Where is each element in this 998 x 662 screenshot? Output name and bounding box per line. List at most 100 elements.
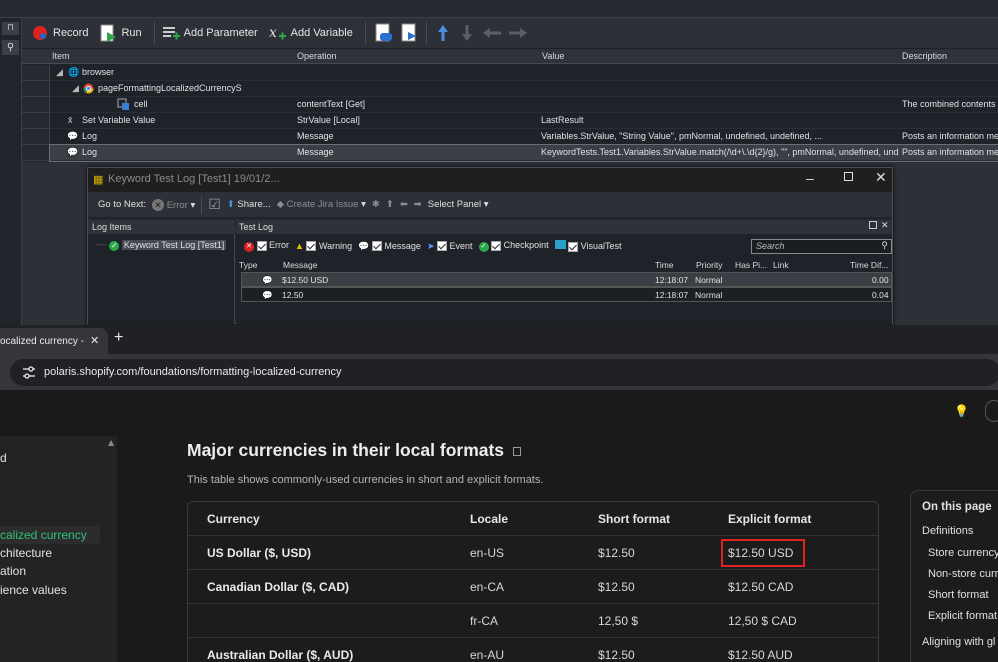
search-icon[interactable]: ⚲ (2, 40, 19, 55)
warning-checkbox[interactable] (306, 241, 317, 252)
move-down-icon[interactable] (457, 22, 477, 44)
message-icon: 💬 (358, 240, 370, 251)
log-row[interactable]: 💬 12.50 12:18:07 Normal 0.04 (241, 287, 892, 302)
column-link[interactable]: Link (773, 260, 789, 272)
message-icon: 💬 (67, 131, 79, 141)
column-type[interactable]: Type (239, 260, 257, 272)
comment-page-icon[interactable] (372, 22, 394, 44)
filter-checkpoint[interactable]: ✓ Checkpoint (478, 240, 549, 252)
row-header[interactable] (22, 81, 50, 97)
error-checkbox[interactable] (256, 240, 267, 251)
close-icon[interactable]: ✕ (875, 169, 887, 186)
filter-warning[interactable]: ▲ Warning (295, 241, 352, 252)
move-up-icon[interactable] (433, 22, 453, 44)
filter-warning-label: Warning (318, 240, 353, 251)
chevron-up-icon[interactable]: ▲ (108, 438, 114, 447)
column-operation[interactable]: Operation (297, 51, 337, 61)
panel-maximize-icon[interactable] (869, 221, 877, 229)
checkpoint-checkbox[interactable] (491, 240, 502, 251)
panel-close-icon[interactable]: ✕ (881, 220, 889, 231)
log-row[interactable]: 💬 $12.50 USD 12:18:07 Normal 0.00 (241, 272, 892, 287)
minimize-icon[interactable]: – (806, 170, 814, 186)
filter-error[interactable]: ✕ Error (244, 240, 289, 252)
column-value[interactable]: Value (542, 51, 564, 61)
column-time[interactable]: Time (655, 260, 674, 272)
create-jira-button[interactable]: ◆ Create Jira Issue ▾ (277, 199, 366, 210)
log-items-tree-node[interactable]: ┄┄ ✓ Keyword Test Log [Test1] (96, 240, 227, 251)
move-right-icon[interactable] (507, 22, 529, 44)
toolbar-divider (364, 22, 366, 44)
copy-link-icon[interactable] (512, 446, 521, 456)
nav-item[interactable]: d (0, 451, 7, 465)
message-checkbox[interactable] (371, 241, 382, 252)
nav-item[interactable]: ation (0, 564, 26, 578)
test-toolbar: Record Run Add Parameter x Add Variable (22, 18, 998, 49)
forward-icon[interactable]: ➡ (414, 199, 422, 210)
add-variable-button[interactable]: x Add Variable (268, 21, 353, 45)
lightbulb-icon[interactable]: 💡 (954, 404, 969, 418)
log-row-priority: Normal (695, 275, 723, 285)
search-button[interactable] (985, 400, 998, 422)
expand-icon[interactable]: ◢ (72, 83, 79, 94)
go-to-next-label: Go to Next: (98, 199, 147, 210)
column-description[interactable]: Description (902, 51, 947, 61)
page-arrow-icon[interactable] (398, 22, 420, 44)
maximize-icon[interactable] (844, 172, 853, 181)
table-row[interactable]: ◢ 🌐 browser (50, 65, 998, 81)
event-checkbox[interactable] (437, 241, 448, 252)
run-button[interactable]: Run (98, 21, 142, 45)
column-item[interactable]: Item (52, 51, 70, 61)
toc-item[interactable]: Non-store curr (928, 568, 998, 580)
column-priority[interactable]: Priority (696, 260, 722, 272)
table-row[interactable]: ◢ pageFormattingLocalizedCurrencyS (50, 81, 998, 97)
log-items-header: Log Items (88, 220, 235, 234)
filter-event[interactable]: ➤ Event (427, 241, 473, 252)
pin-icon[interactable]: ⊓ (2, 22, 19, 35)
table-row[interactable]: 💬 Log Message Variables.StrValue, "Strin… (50, 129, 998, 145)
toc-item[interactable]: Short format (928, 589, 989, 601)
browser-tab[interactable]: ocalized currency - ✕ (0, 328, 108, 354)
share-button[interactable]: ⬆ Share... (227, 199, 271, 210)
table-row[interactable]: cell contentText [Get] The combined cont… (50, 97, 998, 113)
column-message[interactable]: Message (283, 260, 318, 272)
column-has-picture[interactable]: Has Pi... (735, 260, 767, 272)
log-search-input[interactable]: Search ⚲ (751, 239, 892, 254)
error-dropdown[interactable]: ✕ Error ▾ (152, 198, 195, 211)
column-time-diff[interactable]: Time Dif... (850, 260, 888, 272)
bug-icon[interactable]: ✱ (372, 199, 380, 210)
site-info-icon[interactable] (22, 366, 36, 379)
row-header[interactable] (22, 65, 50, 81)
table-row[interactable]: x̄ Set Variable Value StrValue [Local] L… (50, 113, 998, 129)
expand-icon[interactable]: ◢ (56, 67, 63, 78)
record-button[interactable]: Record (30, 21, 88, 45)
row-header[interactable] (22, 113, 50, 129)
cell-short: $12.50 (598, 648, 635, 662)
visualtest-checkbox[interactable] (568, 241, 579, 252)
log-window-titlebar[interactable]: ▦ Keyword Test Log [Test1] 19/01/2... – … (88, 168, 892, 192)
browser-window: ocalized currency - ✕ + polaris.shopify.… (0, 325, 998, 662)
add-parameter-button[interactable]: Add Parameter (161, 21, 258, 45)
filter-visualtest[interactable]: VisualTest (554, 240, 622, 252)
checklist-icon[interactable]: ☑ (208, 196, 221, 213)
row-header[interactable] (22, 97, 50, 113)
tab-close-icon[interactable]: ✕ (90, 334, 99, 347)
url-input[interactable]: polaris.shopify.com/foundations/formatti… (10, 359, 998, 386)
toc-item[interactable]: Definitions (922, 525, 973, 537)
row-header[interactable] (22, 129, 50, 145)
up-arrow-icon[interactable]: ⬆ (386, 199, 394, 210)
nav-item-active[interactable]: calized currency (0, 526, 100, 544)
filter-message[interactable]: 💬 Message (358, 241, 421, 252)
move-left-icon[interactable] (481, 22, 503, 44)
nav-item[interactable]: chitecture (0, 546, 52, 560)
nav-item[interactable]: ience values (0, 583, 67, 597)
toc-item[interactable]: Explicit format (928, 610, 997, 622)
page-title: Major currencies in their local formats (187, 440, 521, 461)
log-row-time: 12:18:07 (655, 290, 689, 300)
table-row-selected[interactable]: 💬 Log Message KeywordTests.Test1.Variabl… (49, 144, 998, 162)
toc-item[interactable]: Store currency (928, 547, 998, 559)
toc-item[interactable]: Aligning with gl (922, 636, 995, 648)
row-header[interactable] (22, 145, 50, 161)
new-tab-button[interactable]: + (114, 329, 123, 347)
back-icon[interactable]: ⬅ (400, 199, 408, 210)
select-panel-button[interactable]: Select Panel ▾ (428, 199, 489, 210)
